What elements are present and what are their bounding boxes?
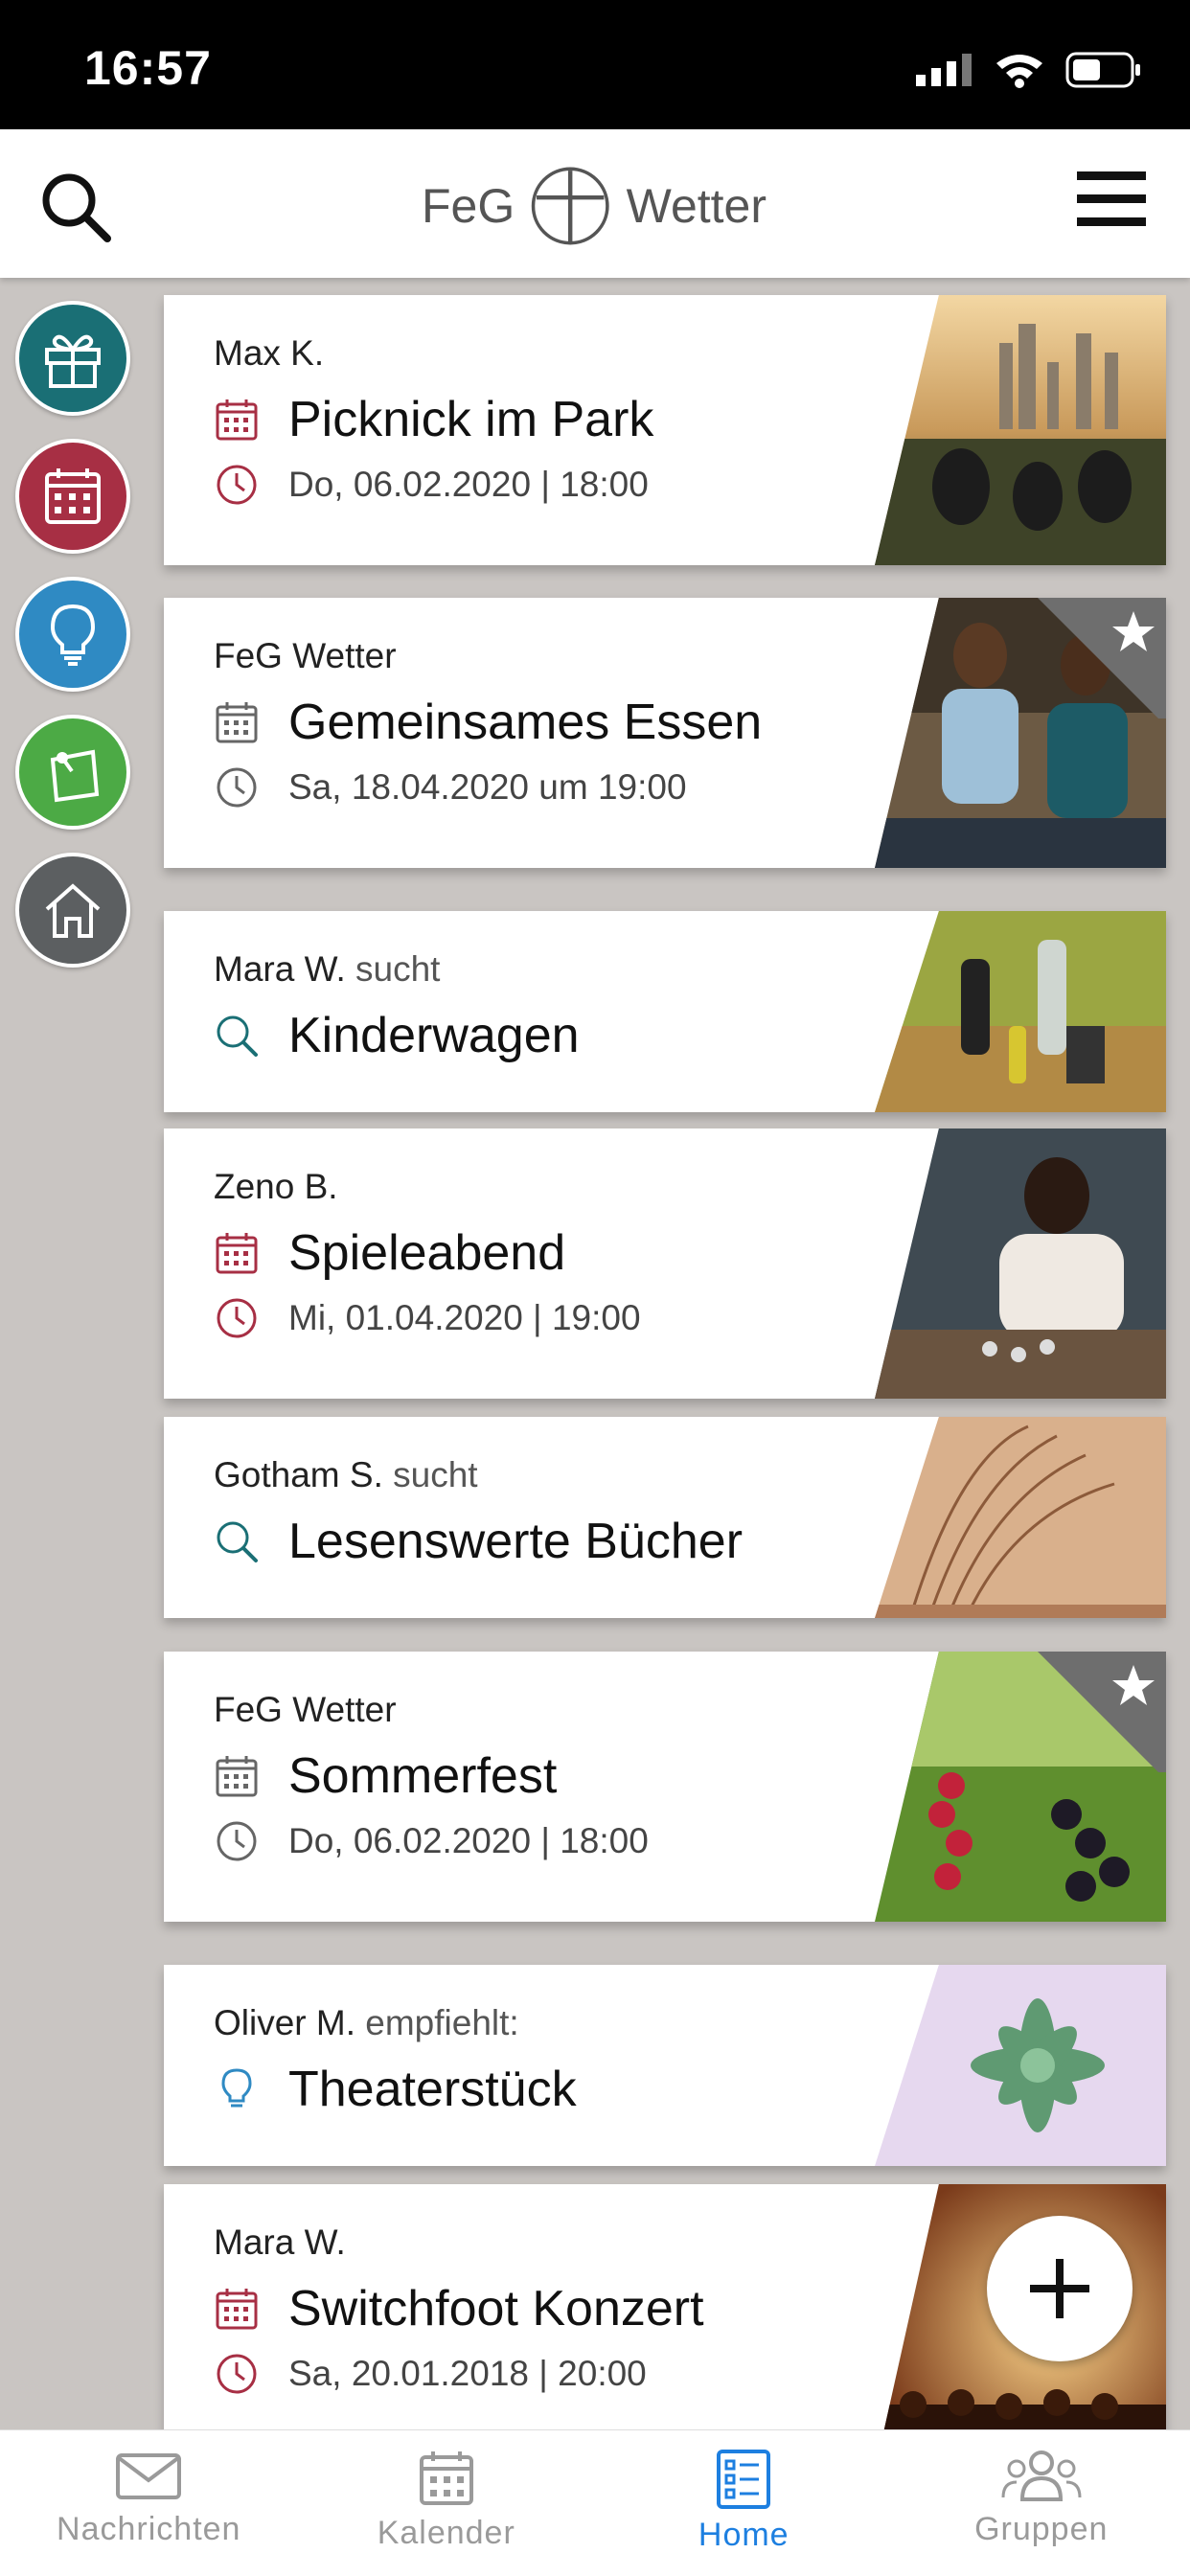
calendar-icon <box>39 463 106 530</box>
tab-kalender[interactable]: Kalender <box>298 2430 596 2576</box>
lightbulb-icon <box>214 2066 260 2112</box>
card-title: Kinderwagen <box>288 1007 580 1064</box>
feed-card[interactable]: Gotham S. sucht Lesenswerte Bücher <box>164 1417 1166 1618</box>
wifi-icon <box>995 52 1044 88</box>
plus-icon <box>1026 2255 1093 2322</box>
card-title: Sommerfest <box>288 1747 557 1805</box>
card-date: Do, 06.02.2020 | 18:00 <box>288 465 649 505</box>
feed-card[interactable]: FeG Wetter Sommerfest Do, 06.02.2020 | 1… <box>164 1652 1166 1922</box>
feed-card[interactable]: FeG Wetter Gemeinsames Essen Sa, 18.04.2… <box>164 598 1166 868</box>
card-title: Switchfoot Konzert <box>288 2280 704 2337</box>
calendar-icon <box>214 2286 260 2332</box>
card-author: Mara W. sucht <box>214 949 917 990</box>
magnifier-icon <box>214 1518 260 1564</box>
tab-label: Nachrichten <box>57 2511 240 2548</box>
battery-icon <box>1065 52 1142 88</box>
logo-text-right: Wetter <box>627 178 767 234</box>
tab-gruppen[interactable]: Gruppen <box>893 2430 1190 2576</box>
status-bar: 16:57 <box>0 0 1190 129</box>
category-calendar-button[interactable] <box>15 439 130 554</box>
tab-label: Kalender <box>378 2515 515 2552</box>
feed-card[interactable]: Max K. Picknick im Park Do, 06.02.2020 |… <box>164 295 1166 565</box>
tab-home[interactable]: Home <box>595 2430 893 2576</box>
search-icon[interactable] <box>38 170 113 244</box>
card-author: Mara W. <box>214 2223 917 2263</box>
add-post-button[interactable] <box>987 2216 1133 2361</box>
group-icon <box>1001 2448 1082 2505</box>
status-time: 16:57 <box>84 40 212 96</box>
featured-star-icon <box>1038 598 1166 718</box>
app-logo: FeG Wetter <box>422 158 767 254</box>
card-image-book <box>875 1417 1166 1618</box>
card-author: Max K. <box>214 333 917 374</box>
cross-logo-icon <box>530 160 610 252</box>
calendar-icon <box>214 1230 260 1276</box>
clock-icon <box>214 2351 260 2397</box>
calendar-icon <box>214 397 260 443</box>
card-date: Sa, 20.01.2018 | 20:00 <box>288 2354 647 2394</box>
calendar-icon <box>416 2448 477 2509</box>
featured-star-icon <box>1038 1652 1166 1772</box>
feed-card[interactable]: Zeno B. Spieleabend Mi, 01.04.2020 | 19:… <box>164 1128 1166 1399</box>
category-home-button[interactable] <box>15 853 130 968</box>
card-author: FeG Wetter <box>214 1690 917 1730</box>
tab-label: Gruppen <box>974 2511 1108 2548</box>
magnifier-icon <box>214 1013 260 1059</box>
card-date: Do, 06.02.2020 | 18:00 <box>288 1821 649 1861</box>
category-ideas-button[interactable] <box>15 577 130 692</box>
envelope-icon <box>114 2448 183 2505</box>
feed-card[interactable]: Mara W. sucht Kinderwagen <box>164 911 1166 1112</box>
clock-icon <box>214 462 260 508</box>
card-date: Mi, 01.04.2020 | 19:00 <box>288 1298 641 1338</box>
gift-icon <box>39 325 106 392</box>
pinned-note-icon <box>39 739 106 806</box>
calendar-icon <box>214 1753 260 1799</box>
card-title: Gemeinsames Essen <box>288 694 762 751</box>
category-gift-button[interactable] <box>15 301 130 416</box>
app-header: FeG Wetter <box>0 129 1190 278</box>
card-title: Spieleabend <box>288 1224 565 1282</box>
clock-icon <box>214 764 260 810</box>
card-author: Gotham S. sucht <box>214 1455 917 1495</box>
tab-nachrichten[interactable]: Nachrichten <box>0 2430 298 2576</box>
calendar-icon <box>214 699 260 745</box>
bottom-tab-bar: Nachrichten Kalender Home <box>0 2429 1190 2576</box>
card-image-chess <box>875 1128 1166 1399</box>
card-title: Lesenswerte Bücher <box>288 1513 743 1570</box>
list-icon <box>715 2448 772 2511</box>
category-sidebar <box>15 301 134 991</box>
clock-icon <box>214 1818 260 1864</box>
cellular-signal-icon <box>916 54 973 86</box>
logo-text-left: FeG <box>422 178 515 234</box>
card-author: Oliver M. empfiehlt: <box>214 2003 917 2043</box>
card-title: Picknick im Park <box>288 391 653 448</box>
home-icon <box>39 877 106 944</box>
card-title: Theaterstück <box>288 2061 577 2118</box>
card-author: FeG Wetter <box>214 636 917 676</box>
card-image-park <box>875 295 1166 565</box>
hamburger-menu-icon[interactable] <box>1075 164 1148 237</box>
card-author: Zeno B. <box>214 1167 917 1207</box>
lightbulb-icon <box>39 601 106 668</box>
card-date: Sa, 18.04.2020 um 19:00 <box>288 767 687 808</box>
card-image-succulent <box>875 1965 1166 2166</box>
tab-label: Home <box>698 2517 790 2554</box>
category-notes-button[interactable] <box>15 715 130 830</box>
card-image-family-walk <box>875 911 1166 1112</box>
clock-icon <box>214 1295 260 1341</box>
feed-card[interactable]: Oliver M. empfiehlt: Theaterstück <box>164 1965 1166 2166</box>
